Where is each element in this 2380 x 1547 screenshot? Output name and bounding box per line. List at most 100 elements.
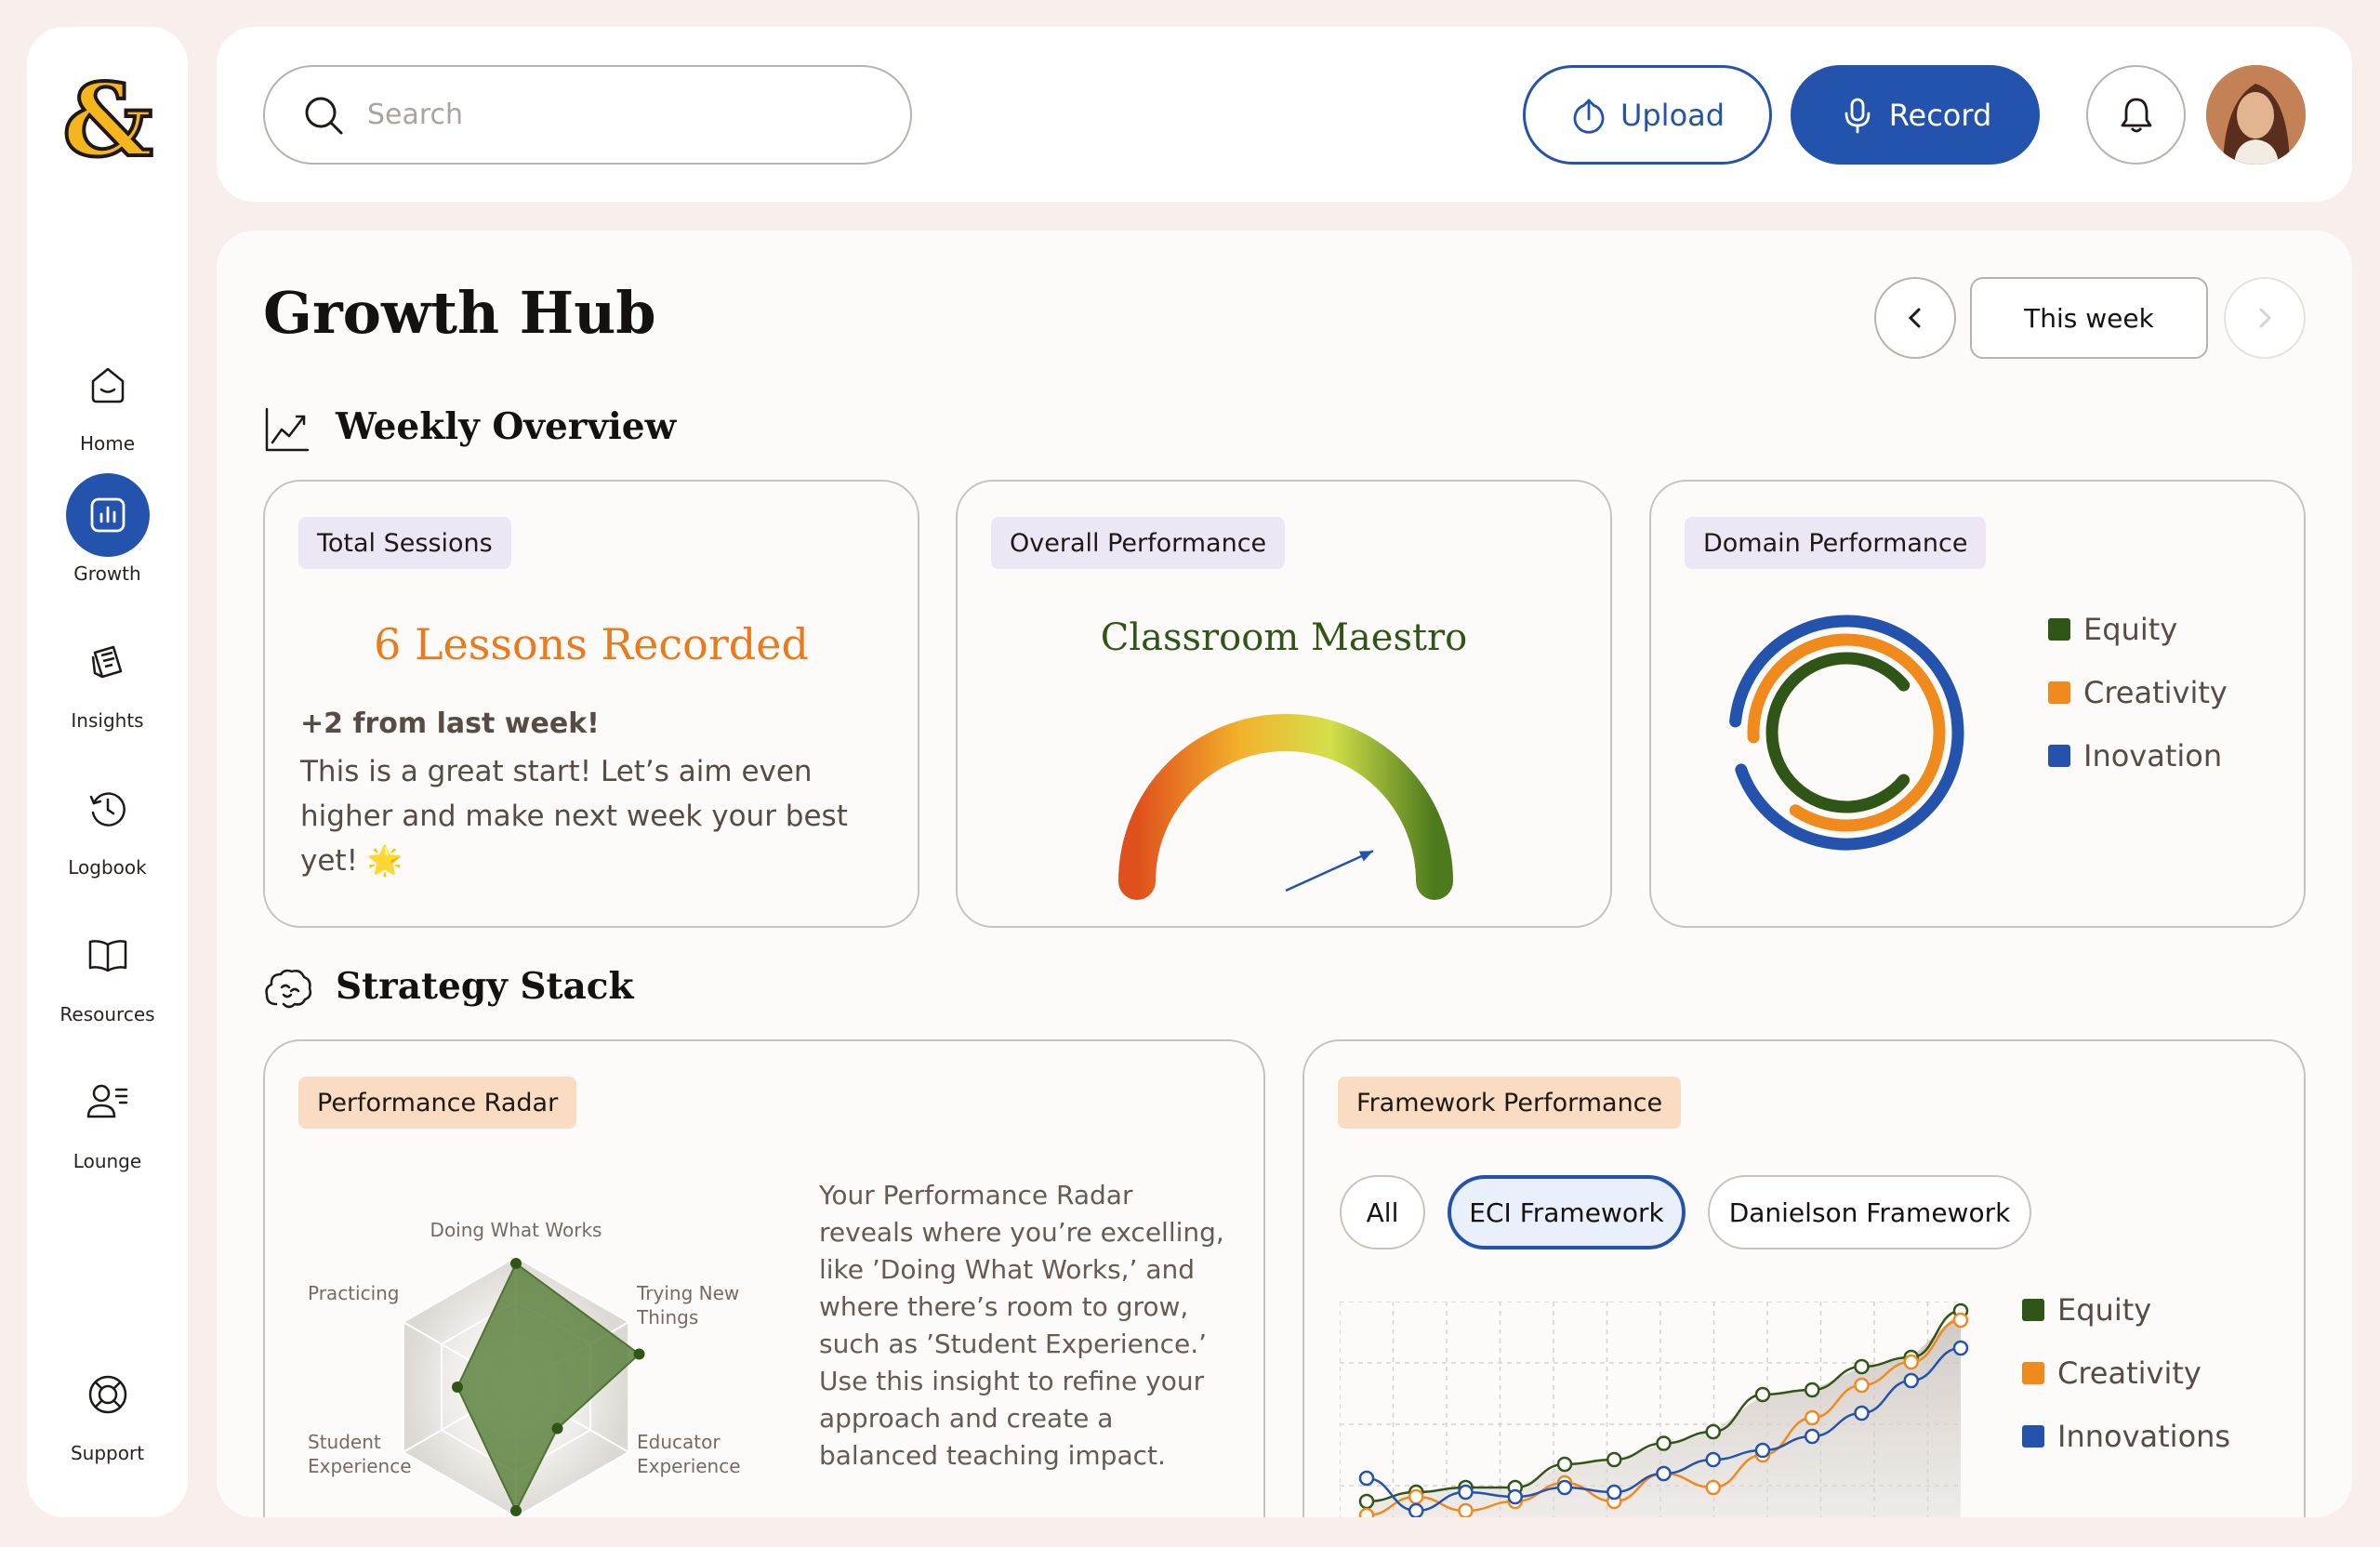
sidebar-item-growth[interactable]: Growth [27, 473, 188, 603]
legend-equity: Equity [2022, 1292, 2151, 1328]
legend-swatch [2022, 1425, 2044, 1448]
chevron-right-icon [2259, 308, 2272, 328]
lessons-recorded-headline: 6 Lessons Recorded [374, 619, 809, 669]
radar-axis-label: Trying New Things [636, 1282, 739, 1329]
notes-icon [66, 620, 150, 704]
notifications-button[interactable] [2086, 65, 2186, 165]
sidebar-item-support[interactable]: Support [27, 1353, 188, 1483]
series-point-innovations [1507, 1488, 1523, 1505]
performance-rating: Classroom Maestro [1100, 616, 1468, 659]
radar-point [510, 1258, 522, 1269]
next-week-button[interactable] [2224, 277, 2306, 359]
bell-icon [2121, 98, 2151, 132]
series-point-innovations [1952, 1340, 1969, 1356]
series-point-innovations [1458, 1484, 1474, 1501]
trend-chart-icon [265, 407, 310, 452]
series-point-creativity [1903, 1354, 1919, 1370]
sidebar-item-home[interactable]: Home [27, 343, 188, 473]
search-icon [305, 97, 343, 134]
gauge-needle [1285, 850, 1374, 892]
framework-performance-tag: Framework Performance [1338, 1077, 1682, 1129]
sidebar-item-label: Support [70, 1442, 145, 1464]
series-point-creativity [1458, 1502, 1474, 1517]
legend-creativity: Creativity [2022, 1355, 2202, 1391]
radar-description: Your Performance Radar reveals where you… [819, 1180, 1224, 1471]
filter-all[interactable]: All [1340, 1175, 1425, 1250]
legend-innovation: Inovation [2048, 738, 2222, 774]
legend-equity: Equity [2048, 612, 2177, 647]
series-point-equity [1805, 1382, 1820, 1398]
series-point-creativity [1952, 1312, 1969, 1329]
series-point-creativity [1705, 1479, 1721, 1496]
bar-chart-icon [65, 473, 150, 557]
domain-radial-chart [1729, 615, 1964, 851]
legend-swatch [2048, 745, 2070, 767]
filter-eci-framework[interactable]: ECI Framework [1448, 1175, 1686, 1250]
legend-label: Equity [2057, 1292, 2152, 1328]
series-point-equity [1656, 1435, 1672, 1451]
total-sessions-tag: Total Sessions [298, 517, 511, 569]
series-point-innovations [1408, 1502, 1424, 1517]
legend-label: Equity [2083, 612, 2178, 647]
sidebar-item-insights[interactable]: Insights [27, 620, 188, 750]
search-bar[interactable] [263, 65, 912, 165]
domain-performance-card: Domain Performance Equity Creativity Ino… [1649, 480, 2306, 928]
svg-text:&: & [62, 70, 153, 168]
open-book-icon [66, 914, 150, 998]
legend-label: Innovations [2057, 1419, 2231, 1454]
legend-swatch [2022, 1362, 2044, 1384]
filter-danielson-framework[interactable]: Danielson Framework [1708, 1175, 2031, 1250]
radar-axis-label: Educator Experience [637, 1431, 741, 1477]
lifebuoy-icon [66, 1353, 150, 1436]
framework-line-chart [1340, 1302, 1969, 1517]
series-point-innovations [1854, 1405, 1870, 1421]
framework-performance-card: Framework Performance All ECI Framework … [1302, 1039, 2306, 1517]
sidebar-item-resources[interactable]: Resources [27, 914, 188, 1044]
sidebar-item-label: Growth [73, 562, 141, 585]
radar-point [633, 1348, 645, 1360]
sidebar: & Home Growth Insights Logbook Resources… [27, 27, 188, 1517]
series-point-innovations [1903, 1372, 1919, 1389]
series-point-creativity [1854, 1377, 1870, 1394]
radial-bar-creativity [1747, 633, 1946, 832]
strategy-stack-heading: Strategy Stack [336, 965, 634, 1008]
series-point-creativity [1805, 1409, 1820, 1426]
user-list-icon [66, 1061, 150, 1144]
radar-axis-label: Doing What Works [430, 1219, 602, 1241]
growth-hub-panel: Growth Hub This week Weekly Overview Tot… [217, 231, 2352, 1517]
top-bar: Upload Record [217, 27, 2352, 202]
series-point-innovations [1705, 1451, 1721, 1468]
legend-label: Creativity [2083, 675, 2228, 710]
sidebar-item-label: Lounge [73, 1150, 142, 1172]
legend-label: Creativity [2057, 1355, 2202, 1391]
legend-swatch [2022, 1299, 2044, 1321]
previous-week-button[interactable] [1874, 277, 1956, 359]
clock-history-icon [66, 767, 150, 851]
overall-performance-card: Overall Performance Classroom Maestro [956, 480, 1612, 928]
upload-button[interactable]: Upload [1523, 65, 1772, 165]
chevron-left-icon [1908, 308, 1921, 328]
avatar[interactable] [2206, 65, 2306, 165]
search-input[interactable] [367, 99, 888, 131]
series-point-equity [1358, 1493, 1375, 1510]
sessions-delta: +2 from last week! [300, 707, 600, 740]
series-point-innovations [1754, 1442, 1771, 1459]
legend-innovations: Innovations [2022, 1419, 2230, 1454]
encouragement-text: This is a great start! Let’s aim even hi… [300, 755, 848, 878]
week-selector[interactable]: This week [1970, 277, 2208, 359]
user-photo [2206, 65, 2306, 165]
total-sessions-card: Total Sessions 6 Lessons Recorded +2 fro… [263, 480, 919, 928]
weekly-overview-heading: Weekly Overview [336, 405, 677, 448]
series-point-equity [1606, 1451, 1622, 1468]
upload-icon [1573, 99, 1605, 134]
performance-radar-chart: Doing What Works Trying New Things Educator… [308, 1219, 741, 1517]
performance-gauge [1118, 714, 1453, 900]
radar-axis-label: Student Experience [308, 1431, 412, 1477]
series-point-creativity [1408, 1488, 1424, 1505]
sidebar-item-lounge[interactable]: Lounge [27, 1061, 188, 1191]
series-point-innovations [1656, 1465, 1672, 1482]
sidebar-item-logbook[interactable]: Logbook [27, 767, 188, 897]
performance-radar-card: Performance Radar Doing What Works Trying… [263, 1039, 1265, 1517]
record-button[interactable]: Record [1791, 65, 2040, 165]
series-point-creativity [1358, 1507, 1375, 1517]
